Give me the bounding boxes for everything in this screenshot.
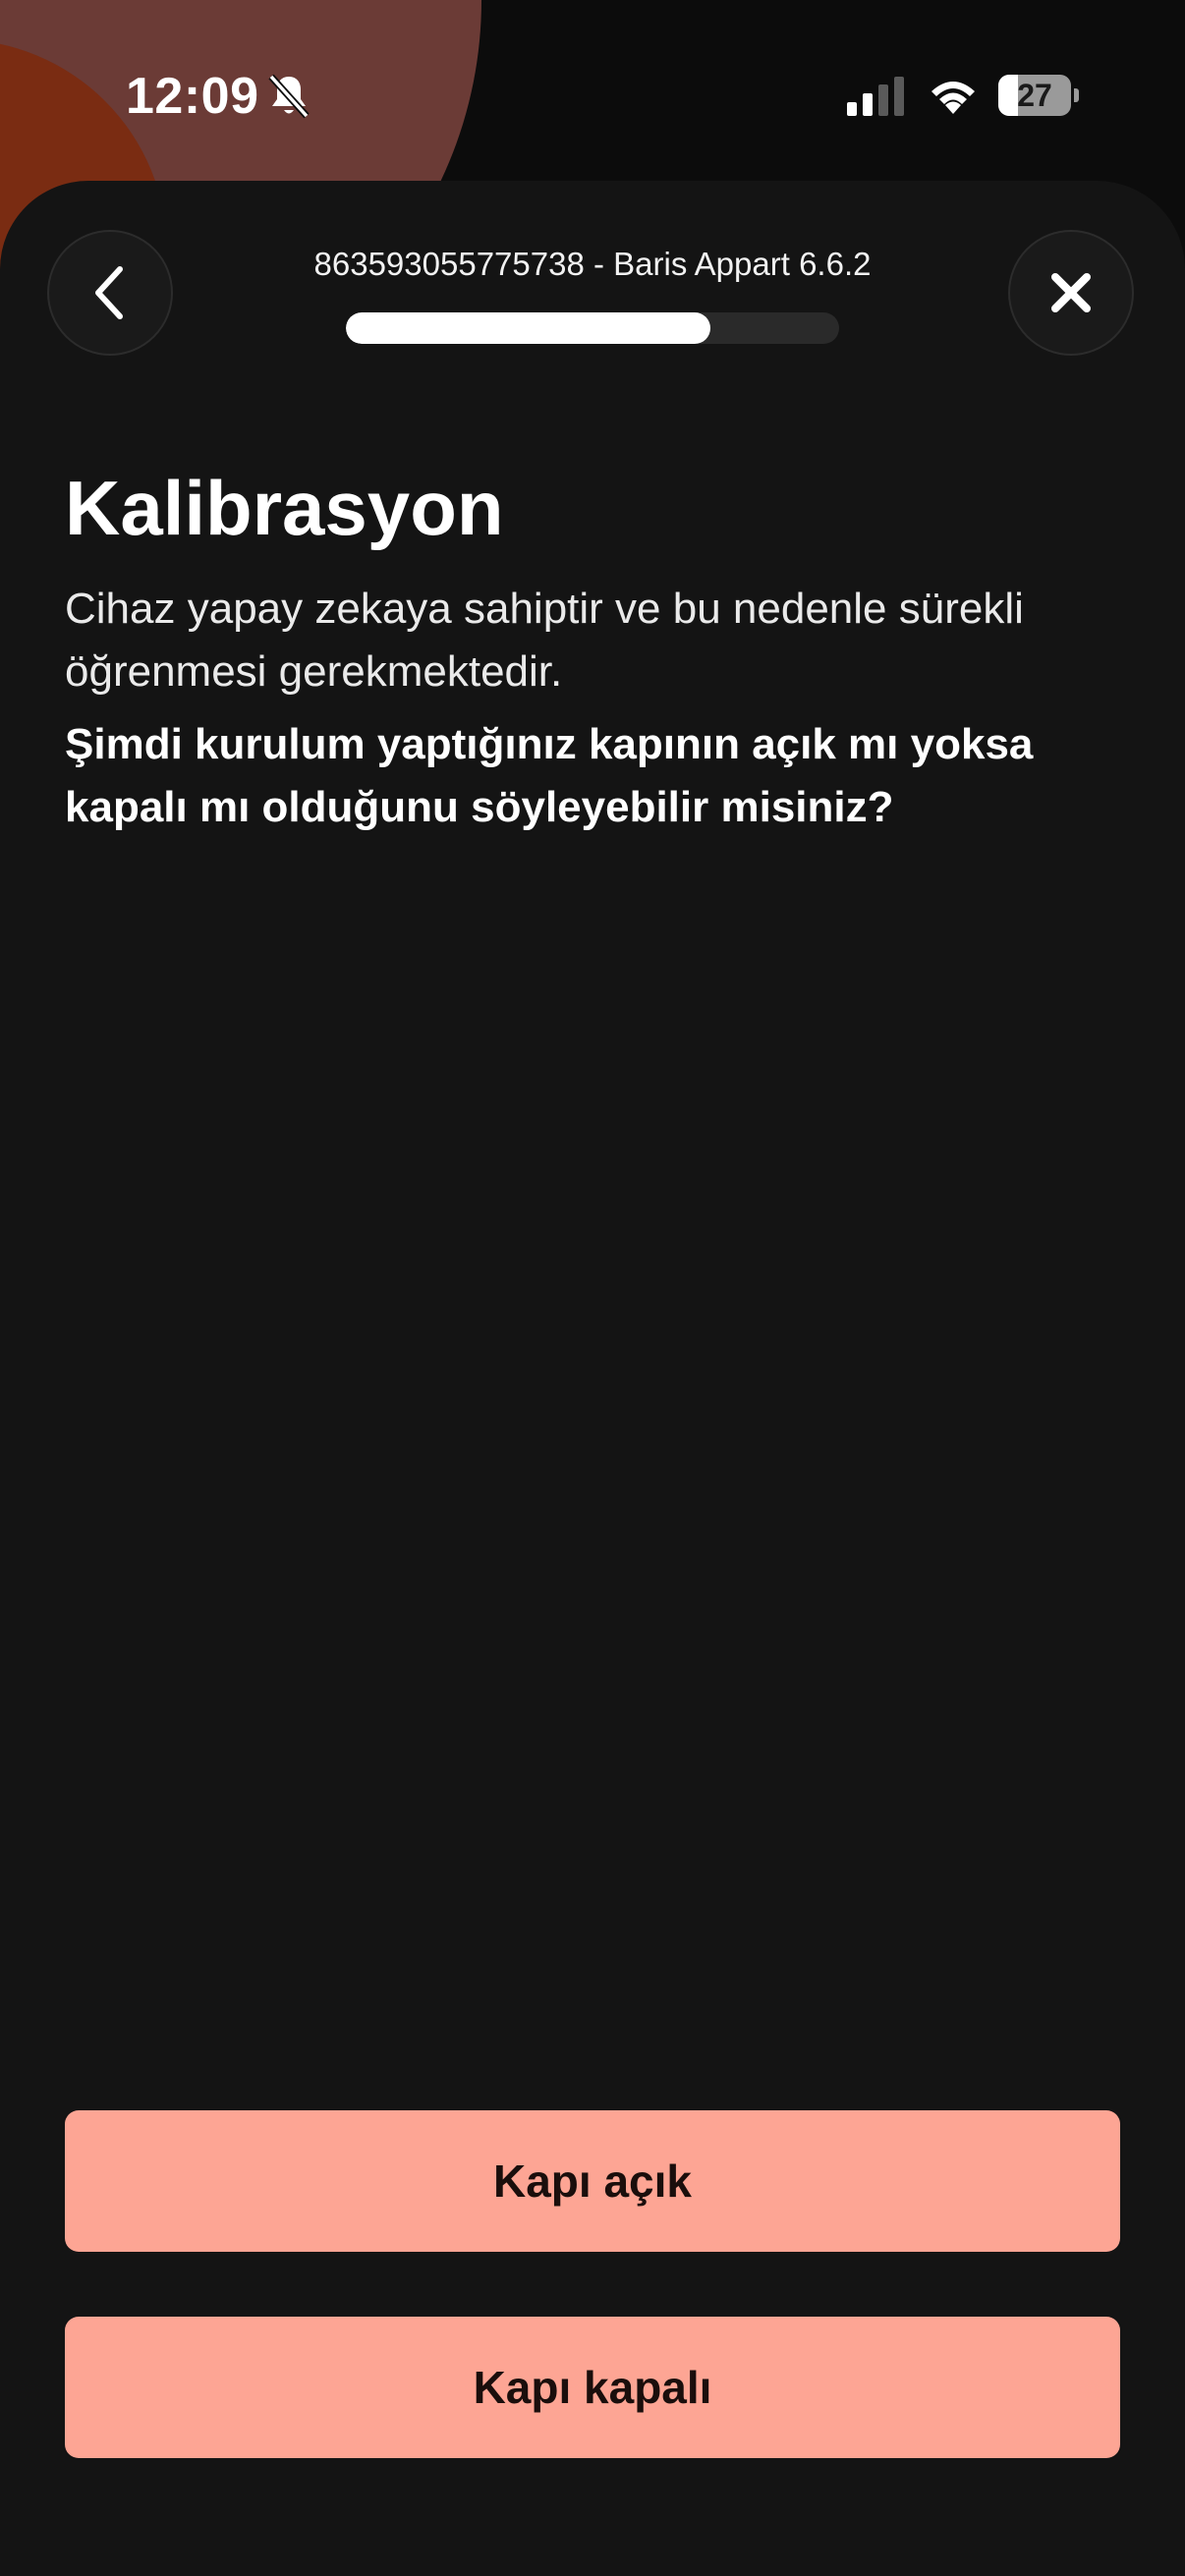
setup-progress-fill bbox=[346, 312, 711, 344]
calibration-question: Şimdi kurulum yaptığınız kapının açık mı… bbox=[65, 720, 1034, 831]
setup-progress-bar bbox=[346, 312, 839, 344]
battery-body: 27 bbox=[998, 75, 1071, 116]
battery-cap bbox=[1074, 88, 1079, 102]
chevron-left-icon bbox=[95, 266, 123, 319]
close-icon bbox=[1051, 273, 1091, 312]
wifi-icon bbox=[931, 82, 975, 114]
bell-muted-icon bbox=[268, 74, 310, 119]
device-label: 863593055775738 - Baris Appart 6.6.2 bbox=[313, 246, 872, 282]
signal-icon bbox=[847, 77, 904, 116]
calibration-description: Cihaz yapay zekaya sahiptir ve bu nedenl… bbox=[65, 585, 1024, 696]
page-title: Kalibrasyon bbox=[65, 465, 504, 551]
door-closed-button[interactable]: Kapı kapalı bbox=[65, 2317, 1120, 2458]
setup-sheet: 863593055775738 - Baris Appart 6.6.2 Kal… bbox=[0, 181, 1185, 2576]
battery-icon: 27 bbox=[998, 75, 1079, 116]
close-button[interactable] bbox=[1008, 230, 1134, 356]
battery-level: 27 bbox=[1017, 78, 1052, 113]
status-time: 12:09 bbox=[126, 68, 259, 125]
calibration-screen: 12:09 27 863593055775738 - Baris Appart … bbox=[0, 0, 1185, 2576]
status-bar: 12:09 27 bbox=[0, 0, 1185, 187]
door-open-button[interactable]: Kapı açık bbox=[65, 2110, 1120, 2252]
back-button[interactable] bbox=[47, 230, 173, 356]
